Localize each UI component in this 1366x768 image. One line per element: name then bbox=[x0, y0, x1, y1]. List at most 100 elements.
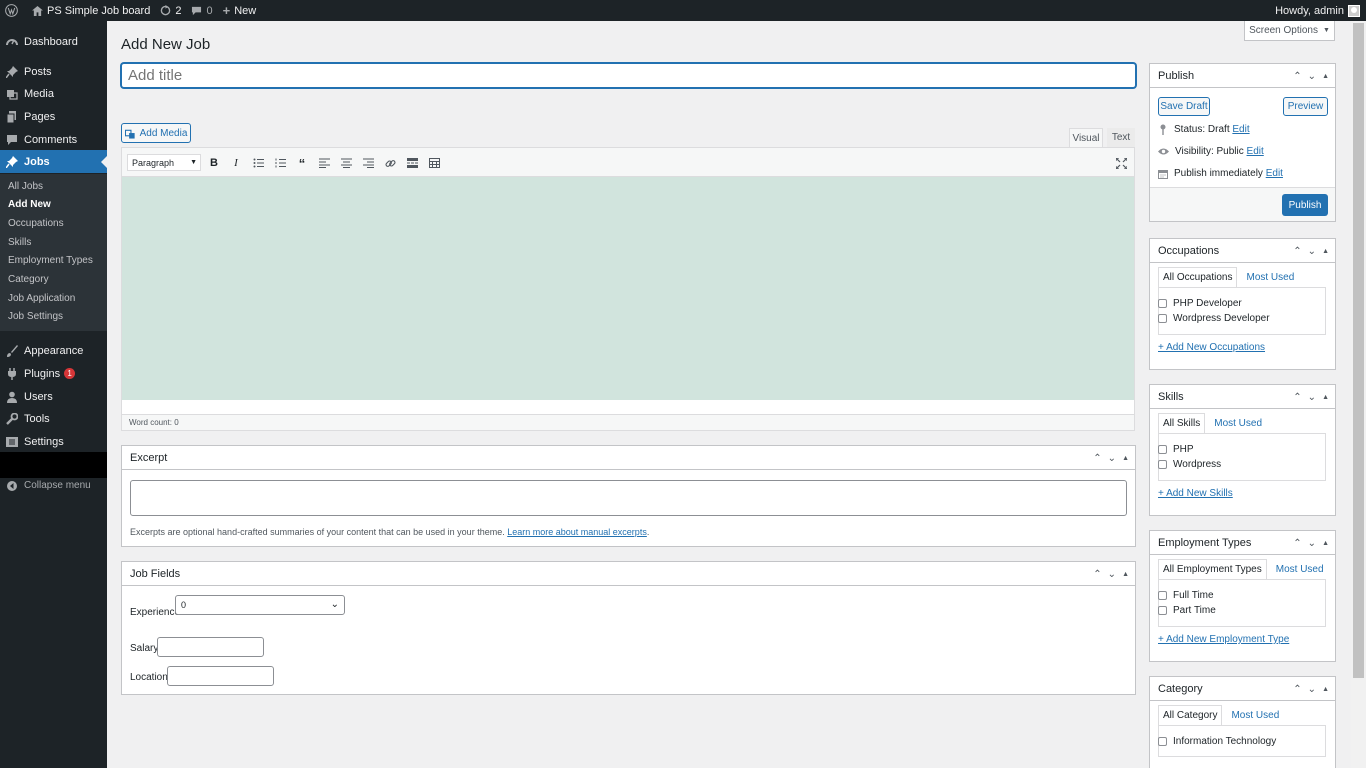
chevron-down-icon[interactable]: ⌄ bbox=[1308, 246, 1316, 257]
menu-tools[interactable]: Tools bbox=[0, 407, 107, 430]
screen-options-button[interactable]: Screen Options ▼ bbox=[1244, 21, 1335, 41]
align-right-icon[interactable] bbox=[362, 157, 374, 169]
location-input[interactable] bbox=[167, 666, 274, 686]
submenu-job-application[interactable]: Job Application bbox=[8, 293, 75, 304]
chevron-up-icon[interactable]: ⌃ bbox=[1293, 684, 1301, 695]
publish-button[interactable]: Publish bbox=[1282, 194, 1328, 216]
numbered-list-icon[interactable] bbox=[274, 157, 286, 169]
menu-posts[interactable]: Posts bbox=[0, 60, 107, 83]
chevron-up-icon[interactable]: ⌃ bbox=[1293, 392, 1301, 403]
italic-icon[interactable]: I bbox=[230, 157, 242, 169]
format-select[interactable]: Paragraph ▼ bbox=[127, 154, 201, 171]
chevron-up-icon[interactable]: ⌃ bbox=[1293, 246, 1301, 257]
salary-input[interactable] bbox=[157, 637, 264, 657]
checkbox-row-php[interactable]: PHP bbox=[1158, 444, 1194, 455]
align-center-icon[interactable] bbox=[340, 157, 352, 169]
toggle-panel-icon[interactable]: ▲ bbox=[1122, 455, 1129, 462]
chevron-down-icon[interactable]: ⌄ bbox=[1308, 392, 1316, 403]
toggle-panel-icon[interactable]: ▲ bbox=[1122, 571, 1129, 578]
tab-all-employment-types[interactable]: All Employment Types bbox=[1158, 559, 1267, 580]
scrollbar-thumb[interactable] bbox=[1353, 23, 1364, 678]
title-input[interactable] bbox=[121, 63, 1136, 88]
submenu-occupations[interactable]: Occupations bbox=[8, 218, 64, 229]
checkbox-row-full-time[interactable]: Full Time bbox=[1158, 590, 1214, 601]
chevron-up-icon[interactable]: ⌃ bbox=[1293, 538, 1301, 549]
toggle-panel-icon[interactable]: ▲ bbox=[1322, 686, 1329, 693]
chevron-down-icon[interactable]: ⌄ bbox=[1308, 71, 1316, 82]
submenu-all-jobs[interactable]: All Jobs bbox=[8, 181, 43, 192]
checkbox-row-part-time[interactable]: Part Time bbox=[1158, 605, 1216, 616]
submenu-employment-types[interactable]: Employment Types bbox=[8, 255, 93, 266]
excerpt-textarea[interactable] bbox=[130, 480, 1127, 516]
chevron-up-icon[interactable]: ⌃ bbox=[1093, 453, 1101, 464]
link-icon[interactable] bbox=[384, 157, 396, 169]
new-content-link[interactable]: + New bbox=[218, 0, 262, 21]
wp-logo-menu[interactable] bbox=[0, 0, 27, 21]
menu-users[interactable]: Users bbox=[0, 385, 107, 408]
toggle-panel-icon[interactable]: ▲ bbox=[1322, 248, 1329, 255]
tab-most-used-occupations[interactable]: Most Used bbox=[1241, 267, 1299, 288]
checkbox[interactable] bbox=[1158, 737, 1167, 746]
toolbar-toggle-icon[interactable] bbox=[428, 157, 440, 169]
save-draft-button[interactable]: Save Draft bbox=[1158, 97, 1210, 116]
tab-text[interactable]: Text bbox=[1107, 128, 1135, 147]
tab-most-used-skills[interactable]: Most Used bbox=[1209, 413, 1267, 434]
submenu-category[interactable]: Category bbox=[8, 274, 49, 285]
chevron-down-icon[interactable]: ⌄ bbox=[1308, 684, 1316, 695]
read-more-icon[interactable] bbox=[406, 157, 418, 169]
add-media-button[interactable]: Add Media bbox=[121, 123, 191, 143]
chevron-down-icon[interactable]: ⌄ bbox=[1108, 569, 1116, 580]
bullet-list-icon[interactable] bbox=[252, 157, 264, 169]
status-edit-link[interactable]: Edit bbox=[1232, 124, 1249, 135]
collapse-menu-button[interactable]: Collapse menu bbox=[0, 474, 107, 497]
editor-content-area[interactable] bbox=[122, 177, 1134, 400]
toggle-panel-icon[interactable]: ▲ bbox=[1322, 394, 1329, 401]
preview-button[interactable]: Preview bbox=[1283, 97, 1328, 116]
tab-most-used-employment-types[interactable]: Most Used bbox=[1271, 559, 1329, 580]
chevron-up-icon[interactable]: ⌃ bbox=[1093, 569, 1101, 580]
checkbox-row-wordpress[interactable]: Wordpress bbox=[1158, 459, 1221, 470]
add-new-employment-type-link[interactable]: + Add New Employment Type bbox=[1158, 634, 1289, 645]
account-menu[interactable]: Howdy, admin bbox=[1275, 0, 1360, 21]
chevron-down-icon[interactable]: ⌄ bbox=[1308, 538, 1316, 549]
visibility-edit-link[interactable]: Edit bbox=[1247, 146, 1264, 157]
toggle-panel-icon[interactable]: ▲ bbox=[1322, 540, 1329, 547]
submenu-skills[interactable]: Skills bbox=[8, 237, 31, 248]
comments-link[interactable]: 0 bbox=[186, 0, 217, 21]
bold-icon[interactable]: B bbox=[208, 157, 220, 169]
checkbox[interactable] bbox=[1158, 591, 1167, 600]
checkbox-row-php-developer[interactable]: PHP Developer bbox=[1158, 298, 1242, 309]
chevron-up-icon[interactable]: ⌃ bbox=[1293, 71, 1301, 82]
menu-pages[interactable]: Pages bbox=[0, 105, 107, 128]
excerpt-learn-more-link[interactable]: Learn more about manual excerpts bbox=[507, 527, 647, 537]
add-new-skills-link[interactable]: + Add New Skills bbox=[1158, 488, 1233, 499]
experience-select[interactable]: 0 ⌄ bbox=[175, 595, 345, 615]
tab-visual[interactable]: Visual bbox=[1069, 128, 1103, 148]
menu-jobs[interactable]: Jobs bbox=[0, 150, 107, 173]
schedule-edit-link[interactable]: Edit bbox=[1266, 168, 1283, 179]
align-left-icon[interactable] bbox=[318, 157, 330, 169]
updates-link[interactable]: 2 bbox=[155, 0, 186, 21]
chevron-down-icon[interactable]: ⌄ bbox=[1108, 453, 1116, 464]
tab-most-used-category[interactable]: Most Used bbox=[1226, 705, 1284, 726]
tab-all-category[interactable]: All Category bbox=[1158, 705, 1223, 726]
checkbox[interactable] bbox=[1158, 299, 1167, 308]
add-new-occupations-link[interactable]: + Add New Occupations bbox=[1158, 342, 1265, 353]
menu-comments[interactable]: Comments bbox=[0, 128, 107, 151]
checkbox[interactable] bbox=[1158, 445, 1167, 454]
checkbox-row-information-technology[interactable]: Information Technology bbox=[1158, 736, 1276, 747]
checkbox-row-wordpress-developer[interactable]: Wordpress Developer bbox=[1158, 313, 1270, 324]
menu-appearance[interactable]: Appearance bbox=[0, 339, 107, 362]
checkbox[interactable] bbox=[1158, 314, 1167, 323]
toggle-panel-icon[interactable]: ▲ bbox=[1322, 73, 1329, 80]
fullscreen-icon[interactable] bbox=[1115, 157, 1127, 169]
checkbox[interactable] bbox=[1158, 606, 1167, 615]
tab-all-skills[interactable]: All Skills bbox=[1158, 413, 1206, 434]
submenu-job-settings[interactable]: Job Settings bbox=[8, 311, 63, 322]
menu-dashboard[interactable]: Dashboard bbox=[0, 30, 107, 53]
checkbox[interactable] bbox=[1158, 460, 1167, 469]
menu-media[interactable]: Media bbox=[0, 82, 107, 105]
menu-settings[interactable]: Settings bbox=[0, 430, 107, 453]
tab-all-occupations[interactable]: All Occupations bbox=[1158, 267, 1238, 288]
page-scrollbar[interactable] bbox=[1351, 21, 1366, 768]
